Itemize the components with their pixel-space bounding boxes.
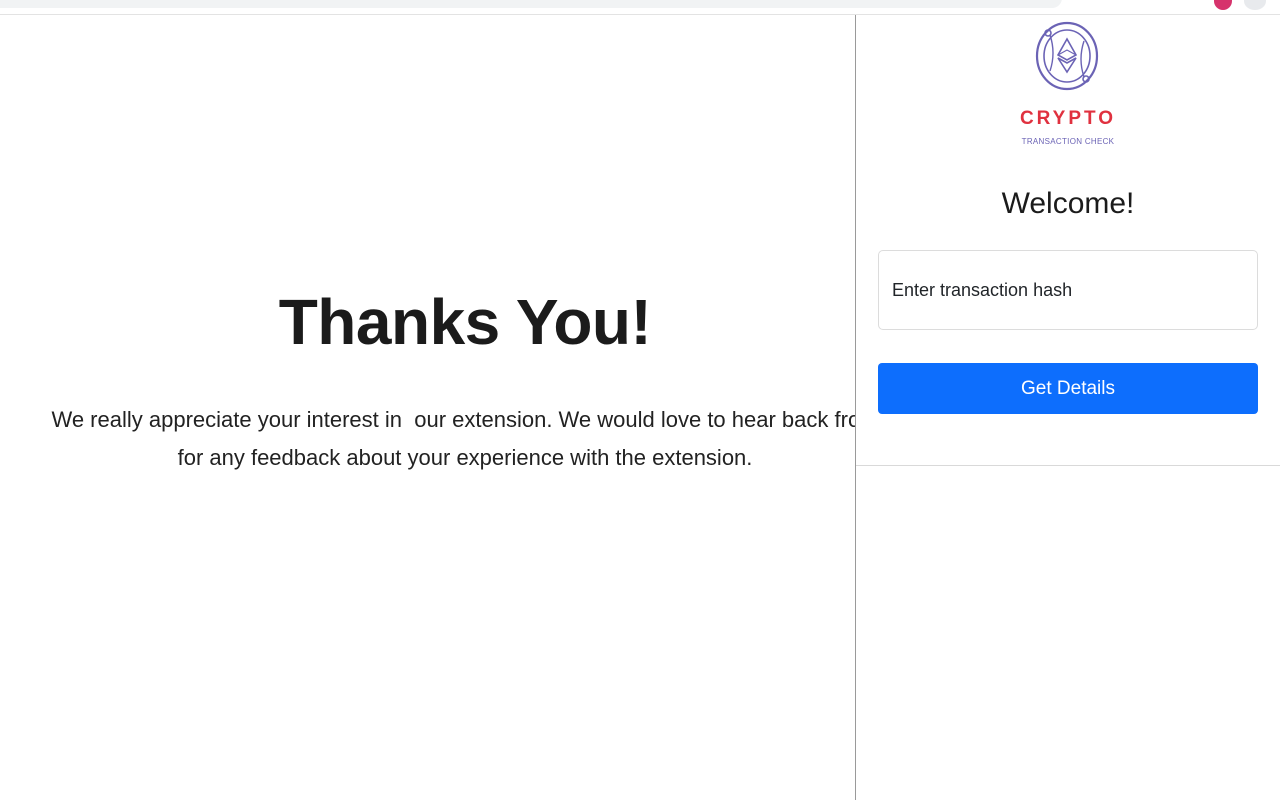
welcome-heading: Welcome! (1001, 187, 1135, 220)
brand-name: CRYPTO (1019, 108, 1117, 129)
browser-menu-button[interactable] (1244, 0, 1266, 10)
brand-tagline: TRANSACTION CHECK (1021, 137, 1115, 146)
thank-you-page: Thanks You! We really appreciate your in… (0, 15, 930, 800)
popup-content: CRYPTO TRANSACTION CHECK Welcome! Get De… (856, 15, 1280, 466)
message-line-2: for any feedback about your experience w… (177, 445, 753, 470)
profile-avatar[interactable] (1214, 0, 1232, 10)
page-title: Thanks You! (278, 286, 652, 358)
transaction-hash-input[interactable] (878, 250, 1258, 330)
message-line-1: We really appreciate your interest in ou… (51, 407, 879, 432)
address-bar[interactable] (0, 0, 1062, 8)
ethereum-coin-icon (1035, 21, 1099, 91)
thank-you-message: We really appreciate your interest in ou… (0, 401, 930, 477)
get-details-button[interactable]: Get Details (878, 363, 1258, 414)
extension-popup: CRYPTO TRANSACTION CHECK Welcome! Get De… (855, 15, 1280, 800)
browser-toolbar (0, 0, 1280, 15)
